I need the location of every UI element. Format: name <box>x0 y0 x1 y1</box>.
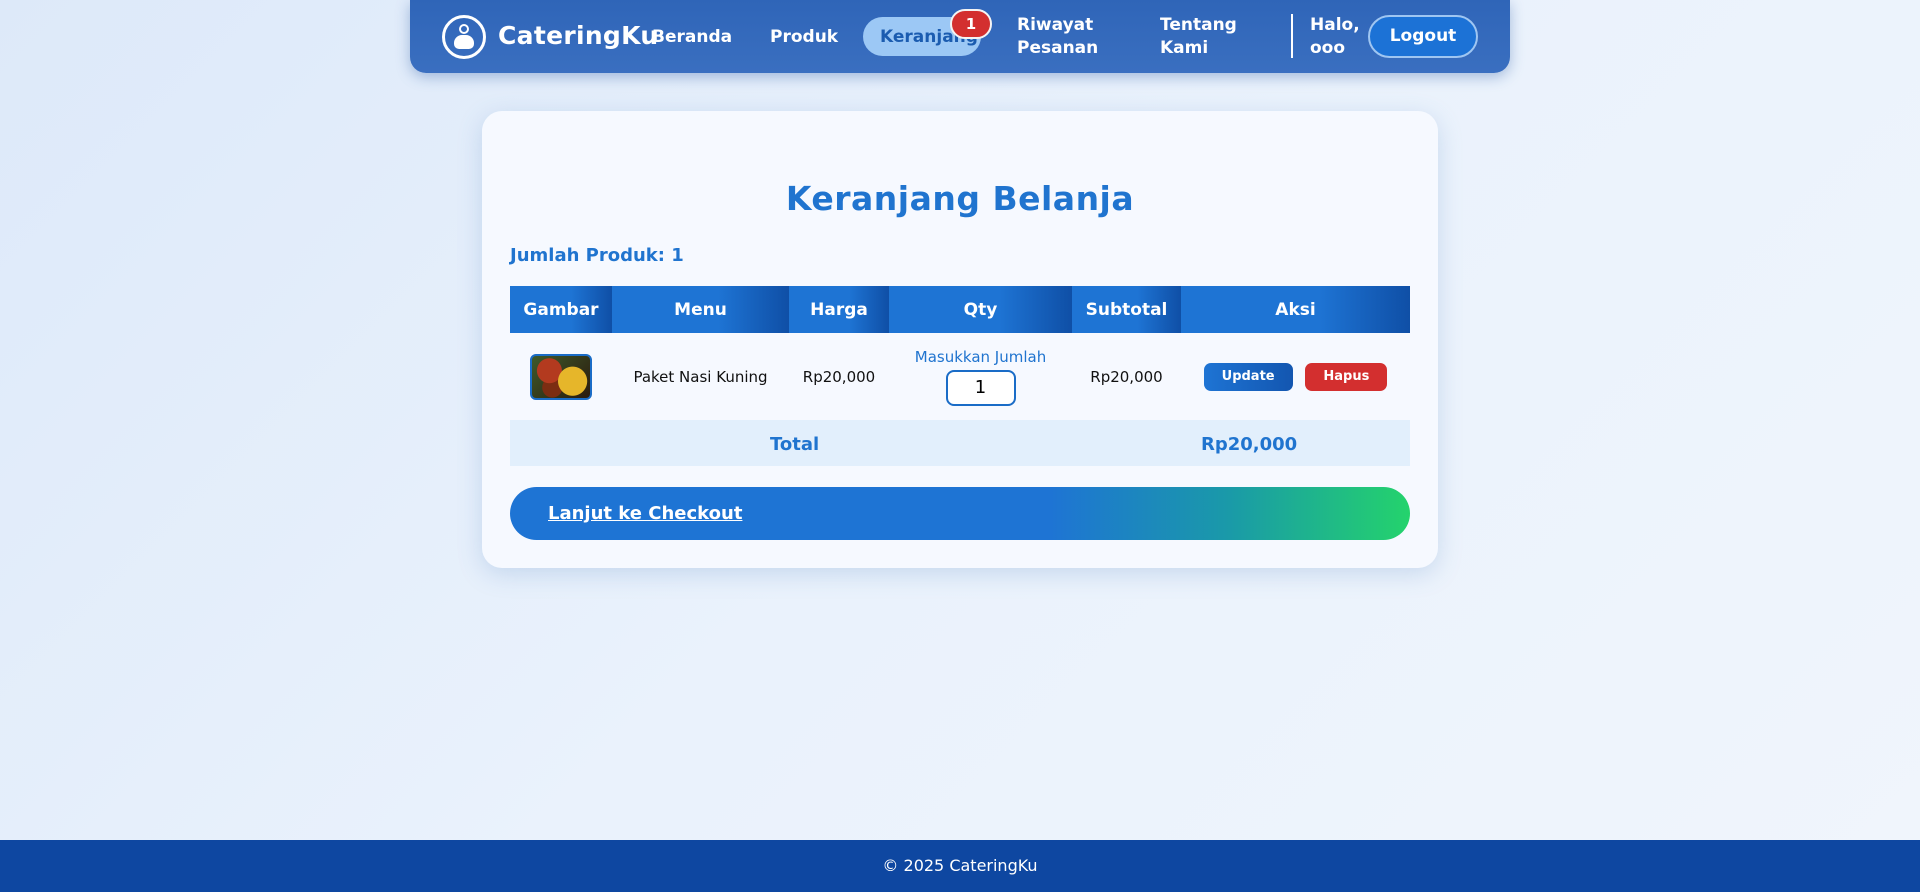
nav-riwayat-line2: Pesanan <box>1017 38 1099 58</box>
cell-image <box>510 333 612 422</box>
cart-table: Gambar Menu Harga Qty Subtotal Aksi Pake… <box>510 286 1410 422</box>
nav-link-produk[interactable]: Produk <box>770 26 838 49</box>
checkout-button[interactable]: Lanjut ke Checkout <box>510 487 1410 540</box>
cell-qty: Masukkan Jumlah <box>889 333 1072 422</box>
product-thumbnail <box>530 353 592 400</box>
greeting-line2: ooo <box>1310 38 1346 58</box>
top-navbar: CateringKu Beranda Produk Keranjang 1 Ri… <box>410 0 1510 73</box>
product-count: Jumlah Produk: 1 <box>510 245 684 266</box>
header-gambar: Gambar <box>510 286 612 333</box>
cart-count-badge: 1 <box>950 9 992 39</box>
header-aksi: Aksi <box>1181 286 1410 333</box>
greeting-line1: Halo, <box>1310 15 1360 35</box>
cell-actions: Update Hapus <box>1181 333 1410 422</box>
header-qty: Qty <box>889 286 1072 333</box>
page-title: Keranjang Belanja <box>785 179 1135 218</box>
chef-logo-icon[interactable] <box>442 15 486 59</box>
table-header-row: Gambar Menu Harga Qty Subtotal Aksi <box>510 286 1410 333</box>
quantity-input[interactable] <box>945 369 1016 406</box>
nav-link-tentang-kami[interactable]: Tentang Kami <box>1160 14 1237 60</box>
delete-button[interactable]: Hapus <box>1305 362 1388 391</box>
total-row: Total Rp20,000 <box>510 420 1410 466</box>
footer: © 2025 CateringKu <box>0 840 1920 892</box>
checkout-link-label[interactable]: Lanjut ke Checkout <box>548 503 742 524</box>
nav-divider <box>1291 14 1293 58</box>
nav-link-beranda[interactable]: Beranda <box>652 26 732 49</box>
logout-button[interactable]: Logout <box>1368 15 1478 58</box>
header-harga: Harga <box>789 286 889 333</box>
cell-menu: Paket Nasi Kuning <box>612 333 789 422</box>
total-label: Total <box>770 434 820 455</box>
total-value: Rp20,000 <box>1201 434 1298 455</box>
nav-tentang-line1: Tentang <box>1160 15 1237 35</box>
qty-label: Masukkan Jumlah <box>914 347 1047 366</box>
cell-subtotal: Rp20,000 <box>1072 333 1181 422</box>
header-menu: Menu <box>612 286 789 333</box>
brand-name[interactable]: CateringKu <box>498 21 658 50</box>
header-subtotal: Subtotal <box>1072 286 1181 333</box>
cart-card: Keranjang Belanja Jumlah Produk: 1 Gamba… <box>482 111 1438 568</box>
nav-tentang-line2: Kami <box>1160 38 1209 58</box>
nav-riwayat-line1: Riwayat <box>1017 15 1094 35</box>
update-button[interactable]: Update <box>1203 362 1293 391</box>
cell-price: Rp20,000 <box>789 333 889 422</box>
table-row: Paket Nasi Kuning Rp20,000 Masukkan Juml… <box>510 333 1410 422</box>
user-greeting: Halo, ooo <box>1310 14 1360 60</box>
nav-link-riwayat-pesanan[interactable]: Riwayat Pesanan <box>1017 14 1098 60</box>
